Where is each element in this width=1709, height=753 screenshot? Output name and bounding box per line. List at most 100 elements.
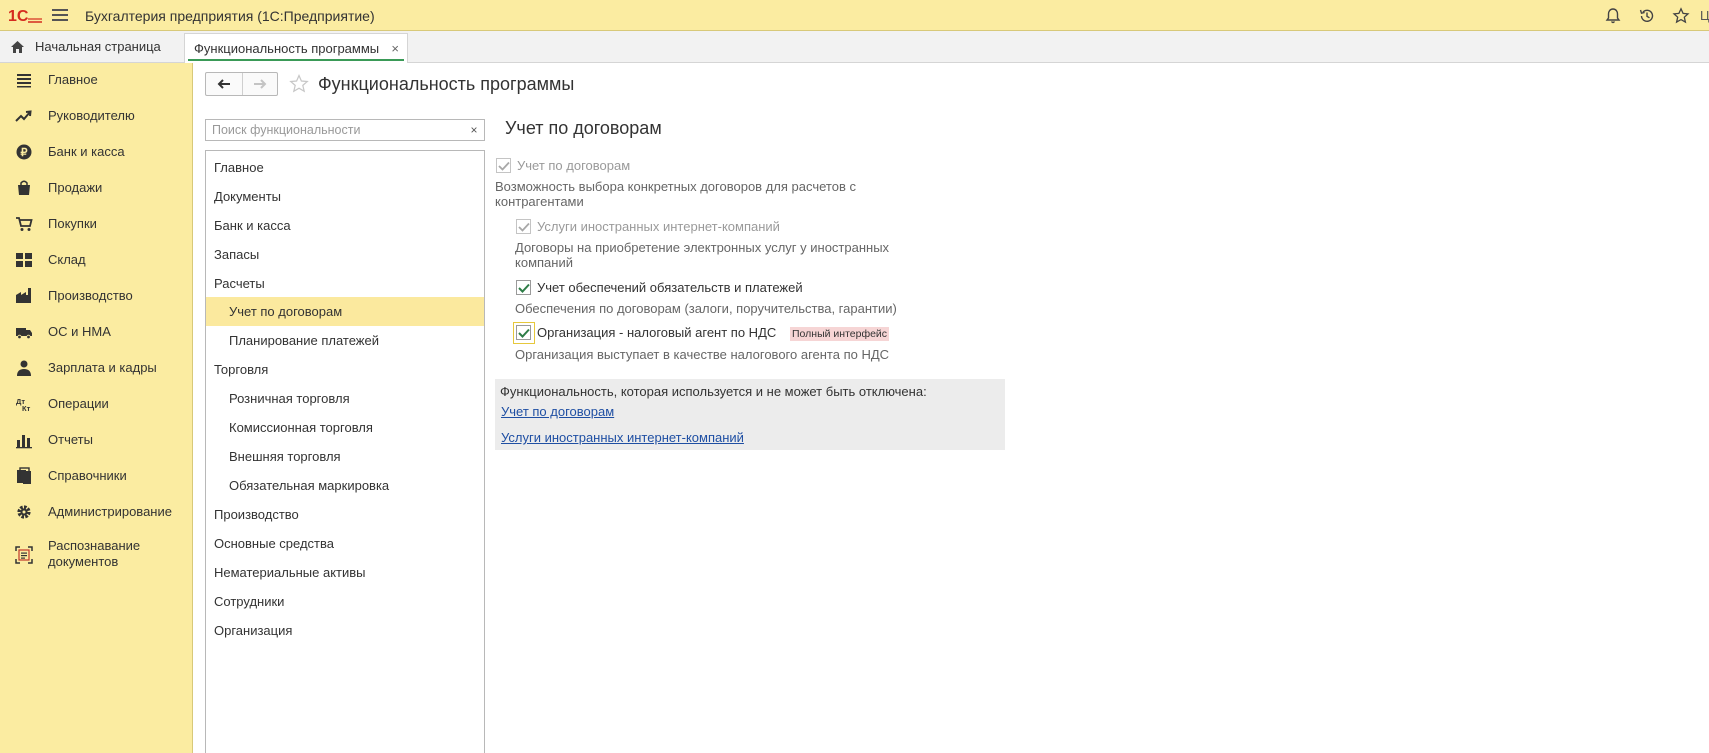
sidebar-item-reports[interactable]: Отчеты [0, 425, 192, 455]
contracts-accounting-link[interactable]: Учет по договорам [501, 404, 614, 419]
tab-close-icon[interactable]: × [391, 41, 399, 56]
back-button[interactable] [206, 73, 242, 95]
arrow-left-icon [217, 79, 230, 89]
debit-credit-icon: Дт Кт [16, 397, 31, 413]
sidebar-item-main[interactable]: Главное [0, 65, 192, 95]
full-interface-badge: Полный интерфейс [790, 327, 890, 341]
books-icon [17, 467, 31, 484]
sidebar-item-administration[interactable]: Администрирование [0, 497, 192, 527]
sidebar-item-label: Руководителю [48, 108, 135, 123]
sidebar-item-warehouse[interactable]: Склад [0, 245, 192, 275]
vat-tax-agent-checkbox[interactable] [516, 325, 531, 340]
option-description: Обеспечения по договорам (залоги, поручи… [515, 301, 897, 316]
sidebar-item-label: Производство [48, 288, 133, 303]
sidebar-item-directories[interactable]: Справочники [0, 461, 192, 491]
option-description: Договоры на приобретение электронных усл… [515, 240, 890, 255]
shopping-bag-icon [18, 180, 30, 195]
functionality-search-input[interactable] [205, 119, 465, 141]
sidebar-item-label: Зарплата и кадры [48, 360, 157, 375]
search-clear-button[interactable]: × [464, 119, 485, 141]
main-menu-icon[interactable] [52, 9, 68, 22]
sidebar-item-label: Отчеты [48, 432, 93, 447]
checkmark-icon [497, 161, 510, 171]
tree-item[interactable]: Документы [206, 182, 484, 211]
foreign-internet-services-link[interactable]: Услуги иностранных интернет-компаний [501, 430, 744, 445]
checkmark-icon [517, 222, 530, 232]
scan-document-icon [15, 546, 33, 564]
app-title: Бухгалтерия предприятия (1С:Предприятие) [85, 8, 375, 24]
sidebar-item-label: Главное [48, 72, 98, 87]
tree-item[interactable]: Планирование платежей [206, 326, 484, 355]
checkbox-label: Учет обеспечений обязательств и платежей [537, 280, 803, 295]
tree-item[interactable]: Внешняя торговля [206, 442, 484, 471]
sidebar-item-label: ОС и НМА [48, 324, 111, 339]
sidebar-item-label: Банк и касса [48, 144, 125, 159]
option-description: Организация выступает в качестве налогов… [515, 347, 890, 362]
bell-icon[interactable] [1604, 7, 1622, 25]
sidebar-item-operations[interactable]: Дт Кт Операции [0, 389, 192, 419]
tree-item[interactable]: Организация [206, 616, 484, 645]
list-icon [17, 74, 31, 88]
sidebar-item-label: Склад [48, 252, 86, 267]
sidebar-item-director[interactable]: Руководителю [0, 101, 192, 131]
trend-icon [15, 110, 32, 122]
tree-item[interactable]: Расчеты [206, 269, 484, 298]
person-icon [17, 360, 31, 376]
tree-item[interactable]: Торговля [206, 355, 484, 384]
svg-text:Кт: Кт [22, 404, 31, 413]
sidebar-item-label: Администрирование [48, 504, 172, 519]
obligations-security-checkbox[interactable] [516, 280, 531, 295]
sidebar-item-fixed-assets[interactable]: ОС и НМА [0, 317, 192, 347]
sidebar-item-recognition[interactable]: Распознавание документов [0, 533, 192, 577]
option-description: Возможность выбора конкретных договоров … [495, 179, 856, 194]
tab-home[interactable]: Начальная страница [0, 31, 182, 62]
tree-item[interactable]: Производство [206, 500, 484, 529]
info-text: Функциональность, которая используется и… [500, 384, 927, 399]
forward-button[interactable] [241, 73, 278, 95]
history-icon[interactable] [1638, 7, 1656, 25]
tab-functionality-label: Функциональность программы [194, 41, 380, 56]
sidebar-item-label: Операции [48, 396, 109, 411]
option-description: компаний [515, 255, 573, 270]
tree-item[interactable]: Обязательная маркировка [206, 471, 484, 500]
sidebar-item-bank[interactable]: ₽ Банк и касса [0, 137, 192, 167]
active-tab-indicator [188, 59, 404, 61]
always-enabled-info-panel: Функциональность, которая используется и… [495, 379, 1005, 450]
functionality-tree: Главное Документы Банк и касса Запасы Ра… [205, 150, 485, 753]
sections-panel: Главное Руководителю ₽ Банк и касса Прод… [0, 63, 193, 753]
sidebar-item-purchases[interactable]: Покупки [0, 209, 192, 239]
tree-item[interactable]: Нематериальные активы [206, 558, 484, 587]
sidebar-item-production[interactable]: Производство [0, 281, 192, 311]
arrow-right-icon [253, 79, 267, 89]
add-to-favorites-star-icon[interactable] [289, 74, 309, 94]
checkmark-icon [517, 283, 530, 293]
tree-item[interactable]: Комиссионная торговля [206, 413, 484, 442]
tree-item[interactable]: Банк и касса [206, 211, 484, 240]
favorites-star-icon[interactable] [1672, 7, 1690, 25]
gear-icon [17, 505, 31, 519]
tab-home-label: Начальная страница [35, 39, 161, 54]
svg-text:₽: ₽ [21, 147, 28, 159]
checkbox-label: Услуги иностранных интернет-компаний [537, 219, 780, 234]
tree-item[interactable]: Основные средства [206, 529, 484, 558]
sidebar-item-label: Продажи [48, 180, 103, 195]
sidebar-item-salary[interactable]: Зарплата и кадры [0, 353, 192, 383]
1c-logo-icon[interactable]: 1С [8, 7, 42, 24]
tab-functionality[interactable]: Функциональность программы × [184, 33, 408, 63]
sidebar-item-sales[interactable]: Продажи [0, 173, 192, 203]
factory-icon [16, 288, 31, 303]
cart-icon [16, 217, 33, 231]
sidebar-item-label: Распознавание документов [48, 538, 141, 569]
user-initial[interactable]: Ц [1700, 8, 1709, 23]
tree-item[interactable]: Розничная торговля [206, 384, 484, 413]
foreign-internet-services-checkbox[interactable] [516, 219, 531, 234]
tree-item-selected[interactable]: Учет по договорам [206, 297, 484, 326]
tree-item[interactable]: Главное [206, 153, 484, 182]
contracts-accounting-checkbox[interactable] [496, 158, 511, 173]
title-bar: 1С Бухгалтерия предприятия (1С:Предприят… [0, 0, 1709, 31]
svg-text:1С: 1С [8, 8, 29, 24]
tree-item[interactable]: Запасы [206, 240, 484, 269]
bar-chart-icon [16, 435, 32, 449]
section-title: Учет по договорам [505, 118, 662, 138]
tree-item[interactable]: Сотрудники [206, 587, 484, 616]
